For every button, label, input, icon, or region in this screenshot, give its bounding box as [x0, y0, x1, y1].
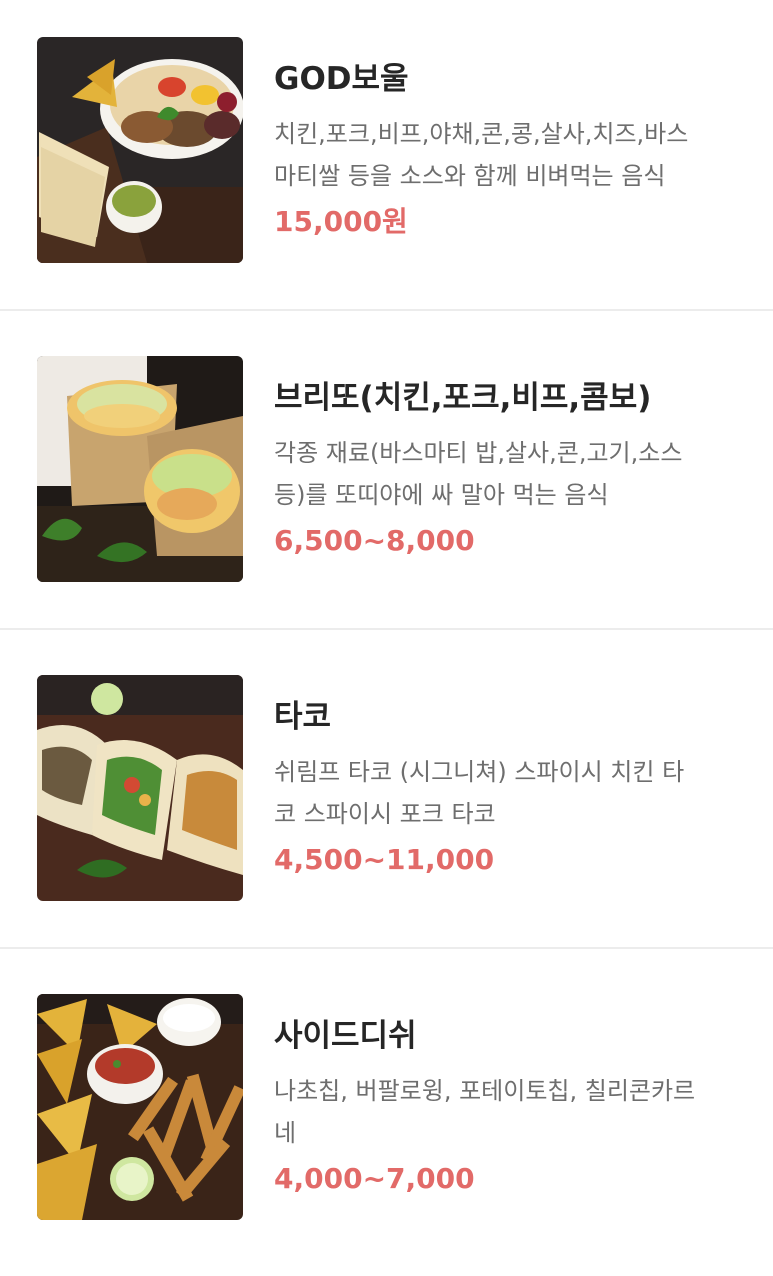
description-line: 쉬림프 타코 (시그니쳐) 스파이시 치킨 타	[274, 758, 685, 786]
description-line: 등)를 또띠야에 싸 말아 먹는 음식	[274, 481, 609, 509]
menu-item-description: 쉬림프 타코 (시그니쳐) 스파이시 치킨 타 코 스파이시 포크 타코	[274, 751, 744, 835]
menu-item-description: 각종 재료(바스마티 밥,살사,콘,고기,소스 등)를 또띠야에 싸 말아 먹는…	[274, 432, 744, 516]
description-line: 나초칩, 버팔로윙, 포테이토칩, 칠리콘카르	[274, 1077, 696, 1105]
menu-item-price: 4,500~11,000	[274, 843, 495, 876]
description-line: 네	[274, 1119, 297, 1147]
menu-item-name: 타코	[274, 699, 332, 735]
menu-item-price: 6,500~8,000	[274, 524, 475, 557]
menu-item-price: 15,000원	[274, 205, 408, 238]
menu-item-taco[interactable]: 타코 쉬림프 타코 (시그니쳐) 스파이시 치킨 타 코 스파이시 포크 타코 …	[0, 638, 773, 957]
taco-photo	[37, 675, 243, 901]
menu-item-god-bowl[interactable]: GOD보울 치킨,포크,비프,야채,콘,콩,살사,치즈,바스 마티쌀 등을 소스…	[0, 0, 773, 319]
menu-item-burrito[interactable]: 브리또(치킨,포크,비프,콤보) 각종 재료(바스마티 밥,살사,콘,고기,소스…	[0, 319, 773, 638]
menu-list: GOD보울 치킨,포크,비프,야채,콘,콩,살사,치즈,바스 마티쌀 등을 소스…	[0, 0, 773, 1259]
menu-item-side-dish[interactable]: 사이드디쉬 나초칩, 버팔로윙, 포테이토칩, 칠리콘카르 네 4,000~7,…	[0, 957, 773, 1276]
menu-item-description: 치킨,포크,비프,야채,콘,콩,살사,치즈,바스 마티쌀 등을 소스와 함께 비…	[274, 113, 744, 197]
description-line: 각종 재료(바스마티 밥,살사,콘,고기,소스	[274, 439, 683, 467]
description-line: 코 스파이시 포크 타코	[274, 800, 496, 828]
bowl-photo	[37, 37, 243, 263]
divider	[0, 628, 773, 630]
description-line: 마티쌀 등을 소스와 함께 비벼먹는 음식	[274, 162, 666, 190]
divider	[0, 947, 773, 949]
menu-item-name: GOD보울	[274, 61, 409, 97]
menu-item-description: 나초칩, 버팔로윙, 포테이토칩, 칠리콘카르 네	[274, 1070, 744, 1154]
side-dish-photo	[37, 994, 243, 1220]
description-line: 치킨,포크,비프,야채,콘,콩,살사,치즈,바스	[274, 120, 689, 148]
menu-item-name: 브리또(치킨,포크,비프,콤보)	[274, 380, 652, 416]
burrito-photo	[37, 356, 243, 582]
divider	[0, 309, 773, 311]
menu-item-price: 4,000~7,000	[274, 1162, 475, 1195]
menu-item-name: 사이드디쉬	[274, 1018, 417, 1054]
